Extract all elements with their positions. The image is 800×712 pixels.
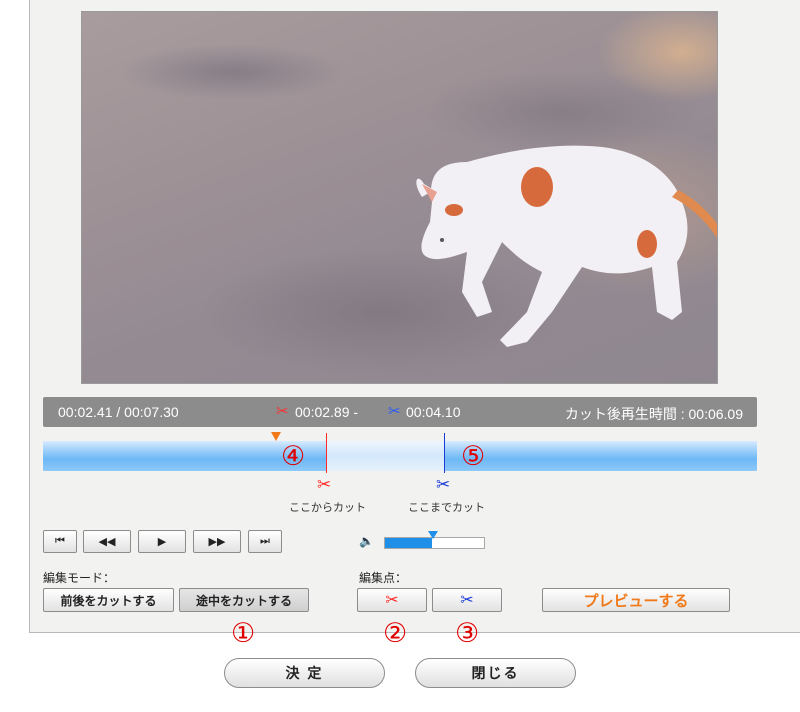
- after-cut-duration: カット後再生時間 : 00:06.09: [564, 406, 743, 422]
- cut-in-marker-line[interactable]: [326, 433, 327, 473]
- annotation-3: ③: [455, 618, 480, 649]
- scissors-blue-icon: ✂: [388, 403, 401, 420]
- cut-out-label: ここまでカット: [408, 502, 485, 514]
- cut-end-time: 00:04.10: [406, 404, 461, 420]
- go-to-start-button[interactable]: ⏮: [43, 530, 77, 553]
- timeline-track[interactable]: [43, 441, 757, 471]
- scissors-red-icon: ✂: [276, 403, 289, 420]
- rewind-button[interactable]: ◀◀: [83, 530, 131, 553]
- speaker-icon: 🔈: [359, 534, 374, 548]
- set-cut-in-button[interactable]: ✂: [357, 588, 427, 612]
- set-cut-out-button[interactable]: ✂: [432, 588, 502, 612]
- scissors-blue-icon: ✂: [460, 592, 474, 609]
- annotation-2: ②: [383, 618, 408, 649]
- edit-points-label: 編集点：: [359, 571, 408, 585]
- preview-button[interactable]: プレビューする: [542, 588, 730, 612]
- close-button[interactable]: 閉じる: [415, 658, 576, 688]
- cut-in-label: ここからカット: [289, 502, 366, 514]
- ok-button[interactable]: 決 定: [224, 658, 385, 688]
- volume-fill: [385, 538, 432, 548]
- scissors-blue-icon: ✂: [436, 475, 451, 495]
- cut-region: [326, 441, 444, 471]
- volume-thumb[interactable]: [428, 531, 438, 539]
- go-to-end-button[interactable]: ⏭: [248, 530, 282, 553]
- scissors-red-icon: ✂: [385, 592, 399, 609]
- edit-mode-label: 編集モード：: [43, 571, 116, 585]
- time-info-bar: 00:02.41 / 00:07.30 ✂ 00:02.89 - ✂ 00:04…: [43, 397, 757, 427]
- annotation-1: ①: [231, 618, 256, 649]
- cut-out-marker-line[interactable]: [444, 433, 445, 473]
- cut-both-ends-button[interactable]: 前後をカットする: [43, 588, 174, 612]
- annotation-5: ⑤: [461, 441, 486, 472]
- current-time: 00:02.41 / 00:07.30: [58, 404, 179, 420]
- cut-start-time: 00:02.89 -: [295, 404, 359, 420]
- scissors-red-icon: ✂: [317, 475, 332, 495]
- video-preview: [81, 11, 718, 384]
- fast-forward-button[interactable]: ▶▶: [193, 530, 241, 553]
- cut-middle-button[interactable]: 途中をカットする: [179, 588, 309, 612]
- play-button[interactable]: ▶: [138, 530, 186, 553]
- playhead-marker[interactable]: [271, 432, 281, 441]
- video-frame-image: [416, 145, 717, 347]
- annotation-4: ④: [281, 441, 306, 472]
